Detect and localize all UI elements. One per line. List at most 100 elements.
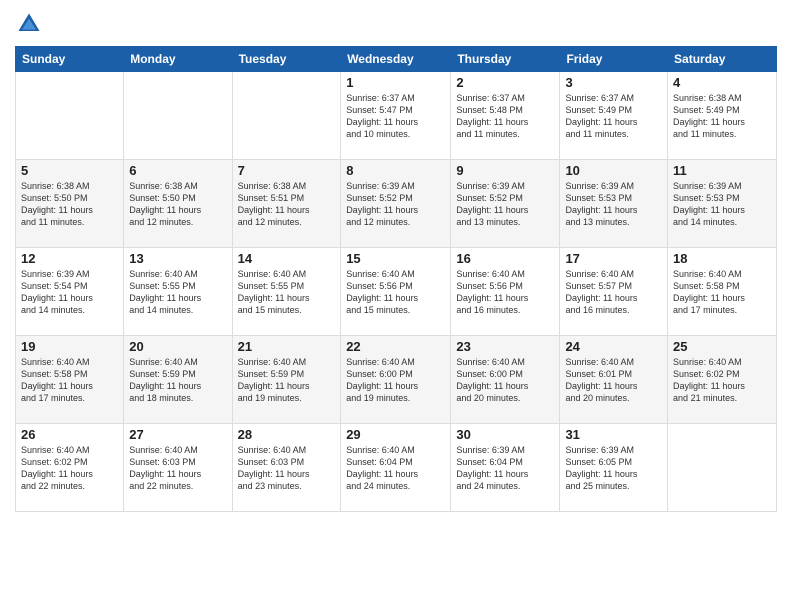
day-number: 18 (673, 251, 771, 266)
day-info: Sunrise: 6:39 AM Sunset: 5:53 PM Dayligh… (673, 180, 771, 229)
day-cell: 24 Sunrise: 6:40 AM Sunset: 6:01 PM Dayli… (560, 336, 668, 424)
day-info: Sunrise: 6:37 AM Sunset: 5:47 PM Dayligh… (346, 92, 445, 141)
day-info: Sunrise: 6:40 AM Sunset: 5:56 PM Dayligh… (346, 268, 445, 317)
day-info: Sunrise: 6:40 AM Sunset: 5:59 PM Dayligh… (238, 356, 336, 405)
day-info: Sunrise: 6:40 AM Sunset: 6:03 PM Dayligh… (129, 444, 226, 493)
day-cell: 15 Sunrise: 6:40 AM Sunset: 5:56 PM Dayli… (341, 248, 451, 336)
day-cell: 19 Sunrise: 6:40 AM Sunset: 5:58 PM Dayli… (16, 336, 124, 424)
day-number: 19 (21, 339, 118, 354)
logo-icon (15, 10, 43, 38)
day-info: Sunrise: 6:40 AM Sunset: 5:58 PM Dayligh… (21, 356, 118, 405)
day-cell: 26 Sunrise: 6:40 AM Sunset: 6:02 PM Dayli… (16, 424, 124, 512)
day-cell: 3 Sunrise: 6:37 AM Sunset: 5:49 PM Daylig… (560, 72, 668, 160)
day-info: Sunrise: 6:39 AM Sunset: 5:52 PM Dayligh… (456, 180, 554, 229)
day-info: Sunrise: 6:40 AM Sunset: 5:59 PM Dayligh… (129, 356, 226, 405)
day-number: 8 (346, 163, 445, 178)
day-info: Sunrise: 6:40 AM Sunset: 6:01 PM Dayligh… (565, 356, 662, 405)
day-info: Sunrise: 6:40 AM Sunset: 6:02 PM Dayligh… (21, 444, 118, 493)
day-cell: 6 Sunrise: 6:38 AM Sunset: 5:50 PM Daylig… (124, 160, 232, 248)
day-cell: 1Sunrise: 6:37 AM Sunset: 5:47 PM Daylig… (341, 72, 451, 160)
day-info: Sunrise: 6:40 AM Sunset: 6:02 PM Dayligh… (673, 356, 771, 405)
day-cell: 29 Sunrise: 6:40 AM Sunset: 6:04 PM Dayli… (341, 424, 451, 512)
day-cell: 2Sunrise: 6:37 AM Sunset: 5:48 PM Daylig… (451, 72, 560, 160)
day-number: 30 (456, 427, 554, 442)
day-cell (668, 424, 777, 512)
day-info: Sunrise: 6:40 AM Sunset: 6:03 PM Dayligh… (238, 444, 336, 493)
day-cell: 27 Sunrise: 6:40 AM Sunset: 6:03 PM Dayli… (124, 424, 232, 512)
calendar-table: SundayMondayTuesdayWednesdayThursdayFrid… (15, 46, 777, 512)
day-number: 29 (346, 427, 445, 442)
day-cell: 20 Sunrise: 6:40 AM Sunset: 5:59 PM Dayli… (124, 336, 232, 424)
day-number: 5 (21, 163, 118, 178)
day-cell: 9 Sunrise: 6:39 AM Sunset: 5:52 PM Daylig… (451, 160, 560, 248)
day-info: Sunrise: 6:40 AM Sunset: 5:58 PM Dayligh… (673, 268, 771, 317)
weekday-friday: Friday (560, 47, 668, 72)
day-number: 24 (565, 339, 662, 354)
day-cell (16, 72, 124, 160)
day-number: 3 (565, 75, 662, 90)
day-cell: 5 Sunrise: 6:38 AM Sunset: 5:50 PM Daylig… (16, 160, 124, 248)
day-cell: 28 Sunrise: 6:40 AM Sunset: 6:03 PM Dayli… (232, 424, 341, 512)
day-cell: 18 Sunrise: 6:40 AM Sunset: 5:58 PM Dayli… (668, 248, 777, 336)
day-cell: 22 Sunrise: 6:40 AM Sunset: 6:00 PM Dayli… (341, 336, 451, 424)
weekday-tuesday: Tuesday (232, 47, 341, 72)
weekday-wednesday: Wednesday (341, 47, 451, 72)
logo (15, 10, 47, 38)
day-cell: 8 Sunrise: 6:39 AM Sunset: 5:52 PM Daylig… (341, 160, 451, 248)
day-cell: 13 Sunrise: 6:40 AM Sunset: 5:55 PM Dayli… (124, 248, 232, 336)
weekday-thursday: Thursday (451, 47, 560, 72)
weekday-monday: Monday (124, 47, 232, 72)
day-number: 20 (129, 339, 226, 354)
day-cell: 31Sunrise: 6:39 AM Sunset: 6:05 PM Dayli… (560, 424, 668, 512)
day-cell (124, 72, 232, 160)
day-cell: 7 Sunrise: 6:38 AM Sunset: 5:51 PM Daylig… (232, 160, 341, 248)
day-number: 28 (238, 427, 336, 442)
day-number: 31 (565, 427, 662, 442)
day-number: 15 (346, 251, 445, 266)
day-info: Sunrise: 6:38 AM Sunset: 5:50 PM Dayligh… (21, 180, 118, 229)
day-number: 26 (21, 427, 118, 442)
day-number: 9 (456, 163, 554, 178)
day-info: Sunrise: 6:40 AM Sunset: 5:57 PM Dayligh… (565, 268, 662, 317)
day-info: Sunrise: 6:40 AM Sunset: 5:55 PM Dayligh… (129, 268, 226, 317)
day-info: Sunrise: 6:40 AM Sunset: 6:04 PM Dayligh… (346, 444, 445, 493)
day-number: 11 (673, 163, 771, 178)
day-info: Sunrise: 6:37 AM Sunset: 5:49 PM Dayligh… (565, 92, 662, 141)
day-cell: 11 Sunrise: 6:39 AM Sunset: 5:53 PM Dayli… (668, 160, 777, 248)
week-row-2: 12Sunrise: 6:39 AM Sunset: 5:54 PM Dayli… (16, 248, 777, 336)
day-info: Sunrise: 6:40 AM Sunset: 5:56 PM Dayligh… (456, 268, 554, 317)
day-cell: 25 Sunrise: 6:40 AM Sunset: 6:02 PM Dayli… (668, 336, 777, 424)
weekday-sunday: Sunday (16, 47, 124, 72)
day-info: Sunrise: 6:40 AM Sunset: 5:55 PM Dayligh… (238, 268, 336, 317)
day-number: 17 (565, 251, 662, 266)
day-info: Sunrise: 6:37 AM Sunset: 5:48 PM Dayligh… (456, 92, 554, 141)
day-info: Sunrise: 6:40 AM Sunset: 6:00 PM Dayligh… (456, 356, 554, 405)
day-info: Sunrise: 6:38 AM Sunset: 5:49 PM Dayligh… (673, 92, 771, 141)
day-number: 7 (238, 163, 336, 178)
week-row-0: 1Sunrise: 6:37 AM Sunset: 5:47 PM Daylig… (16, 72, 777, 160)
day-number: 6 (129, 163, 226, 178)
day-info: Sunrise: 6:39 AM Sunset: 6:04 PM Dayligh… (456, 444, 554, 493)
day-number: 4 (673, 75, 771, 90)
day-number: 13 (129, 251, 226, 266)
day-info: Sunrise: 6:39 AM Sunset: 5:52 PM Dayligh… (346, 180, 445, 229)
page: SundayMondayTuesdayWednesdayThursdayFrid… (0, 0, 792, 612)
day-cell: 23 Sunrise: 6:40 AM Sunset: 6:00 PM Dayli… (451, 336, 560, 424)
day-number: 27 (129, 427, 226, 442)
day-cell: 16 Sunrise: 6:40 AM Sunset: 5:56 PM Dayli… (451, 248, 560, 336)
day-number: 14 (238, 251, 336, 266)
day-cell: 10Sunrise: 6:39 AM Sunset: 5:53 PM Dayli… (560, 160, 668, 248)
day-info: Sunrise: 6:38 AM Sunset: 5:51 PM Dayligh… (238, 180, 336, 229)
day-number: 22 (346, 339, 445, 354)
day-cell (232, 72, 341, 160)
day-number: 16 (456, 251, 554, 266)
day-number: 10 (565, 163, 662, 178)
day-number: 25 (673, 339, 771, 354)
day-info: Sunrise: 6:38 AM Sunset: 5:50 PM Dayligh… (129, 180, 226, 229)
day-info: Sunrise: 6:40 AM Sunset: 6:00 PM Dayligh… (346, 356, 445, 405)
day-number: 21 (238, 339, 336, 354)
day-cell: 14 Sunrise: 6:40 AM Sunset: 5:55 PM Dayli… (232, 248, 341, 336)
day-cell: 17 Sunrise: 6:40 AM Sunset: 5:57 PM Dayli… (560, 248, 668, 336)
day-number: 12 (21, 251, 118, 266)
day-number: 23 (456, 339, 554, 354)
